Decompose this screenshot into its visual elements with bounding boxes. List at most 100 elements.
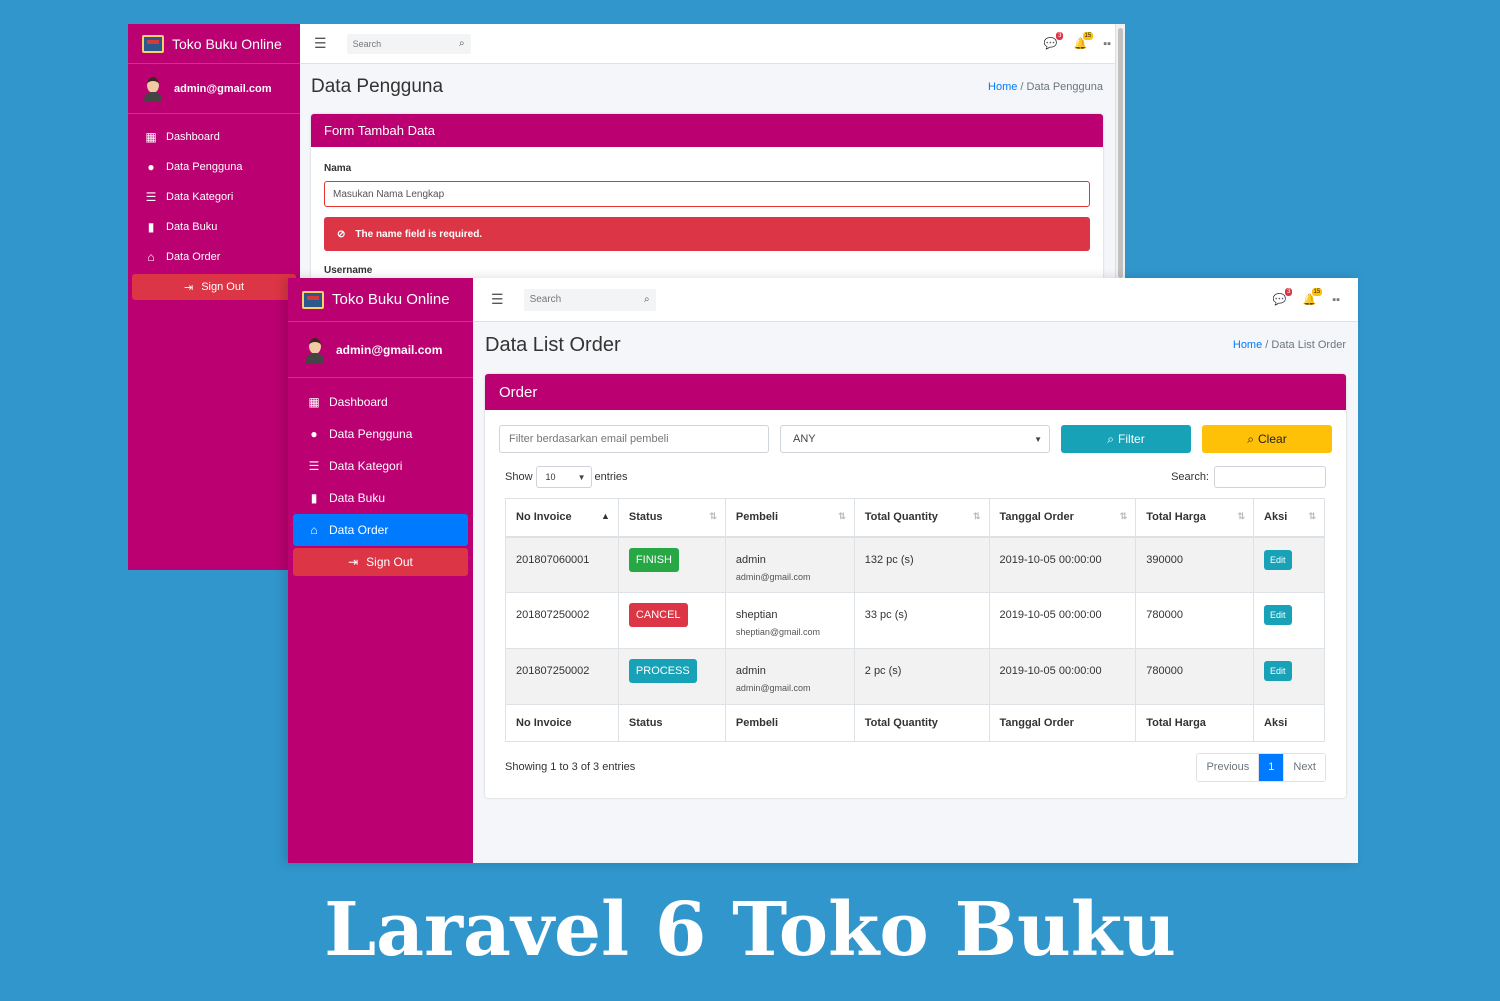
table-search-input[interactable] <box>1214 466 1326 488</box>
edit-button[interactable]: Edit <box>1264 549 1292 570</box>
invoice-cell: 201807250002 <box>505 592 619 649</box>
buyer-cell: sheptian sheptian@gmail.com <box>724 592 855 649</box>
filter-bar: Filter berdasarkan email pembeli ANY ▼ ⌕… <box>499 425 1332 453</box>
sign-out-icon: ⇥ <box>183 281 194 294</box>
column-header[interactable]: Aksi ⇅ <box>1253 498 1325 538</box>
card-title: Form Tambah Data <box>311 114 1103 147</box>
buyer-name: sheptian <box>735 609 778 621</box>
action-cell: Edit <box>1253 592 1325 649</box>
total-cell: 390000 <box>1135 536 1255 593</box>
filter-button[interactable]: ⌕ Filter <box>1061 425 1191 453</box>
page-1-button[interactable]: 1 <box>1258 753 1284 781</box>
user-panel[interactable]: admin@gmail.com <box>128 64 300 114</box>
sidebar-item-label: Data Order <box>329 523 389 537</box>
chevron-down-icon: ▼ <box>1034 434 1042 444</box>
clear-button[interactable]: ⌕ Clear <box>1202 425 1332 453</box>
sidebar-item-label: Dashboard <box>166 131 220 143</box>
sidebar-item-data-buku[interactable]: ▮ Data Buku <box>293 482 468 514</box>
action-cell: Edit <box>1253 536 1325 593</box>
breadcrumb-current: Data Pengguna <box>1026 81 1103 93</box>
sidebar-item-data-order[interactable]: ⌂ Data Order <box>132 242 296 272</box>
search-icon: ⌕ <box>1247 431 1255 446</box>
sign-out-label: Sign Out <box>201 281 245 293</box>
sidebar-item-data-pengguna[interactable]: ● Data Pengguna <box>293 418 468 450</box>
quantity-cell: 2 pc (s) <box>853 648 990 705</box>
edit-button[interactable]: Edit <box>1264 661 1292 681</box>
column-header[interactable]: Status ⇅ <box>617 498 726 538</box>
status-cell: CANCEL <box>617 592 726 649</box>
breadcrumb-separator: / <box>1020 81 1024 93</box>
column-header[interactable]: Pembeli ⇅ <box>724 498 855 538</box>
sidebar-item-data-buku[interactable]: ▮ Data Buku <box>132 212 296 242</box>
buyer-name: admin <box>735 553 766 566</box>
column-header[interactable]: No Invoice ▲ <box>505 498 619 538</box>
breadcrumb-home[interactable]: Home <box>988 81 1017 93</box>
status-cell: FINISH <box>617 536 726 593</box>
book-icon: ▮ <box>147 220 155 234</box>
table-info-row: Showing 1 to 3 of 3 entries Previous 1 N… <box>505 752 1326 782</box>
column-footer: Total Quantity <box>853 704 990 742</box>
breadcrumb-home[interactable]: Home <box>1233 339 1262 351</box>
previous-button[interactable]: Previous <box>1197 753 1259 781</box>
user-email: admin@gmail.com <box>336 342 443 357</box>
column-header[interactable]: Total Quantity ⇅ <box>853 498 990 538</box>
column-header[interactable]: Tanggal Order ⇅ <box>988 498 1137 538</box>
list-icon: ☰ <box>308 459 320 473</box>
book-icon: ▮ <box>310 491 318 505</box>
date-cell: 2019-10-05 00:00:00 <box>988 592 1137 649</box>
pagination: Previous 1 Next <box>1196 752 1326 782</box>
name-input[interactable]: Masukan Nama Lengkap <box>324 181 1090 207</box>
page-length-select[interactable]: 10 ▼ <box>535 466 592 488</box>
brand[interactable]: Toko Buku Online <box>288 278 473 322</box>
sidebar-item-label: Dashboard <box>329 395 388 409</box>
user-panel[interactable]: admin@gmail.com <box>288 322 473 378</box>
column-footer: Tanggal Order <box>988 704 1137 742</box>
front-window: Toko Buku Online admin@gmail.com ▦ Dashbo… <box>288 278 1358 863</box>
page-header: Data List Order Home / Data List Order <box>485 332 1346 358</box>
sidebar-item-data-kategori[interactable]: ☰ Data Kategori <box>132 182 296 212</box>
brand-name: Toko Buku Online <box>172 35 282 52</box>
table-header-row: No Invoice ▲ Status ⇅ Pembeli ⇅ Total Quant… <box>505 498 1325 538</box>
chevron-down-icon: ▼ <box>577 472 586 482</box>
brand[interactable]: Toko Buku Online <box>128 24 300 64</box>
column-label: Aksi <box>1264 511 1288 524</box>
status-select[interactable]: ANY ▼ <box>780 425 1050 453</box>
buyer-name: admin <box>735 665 766 677</box>
sidebar: Toko Buku Online admin@gmail.com ▦ Dashbo… <box>128 24 300 570</box>
sidebar-item-label: Data Pengguna <box>166 161 243 173</box>
sidebar-item-data-order[interactable]: ⌂ Data Order <box>293 514 468 546</box>
column-label: Pembeli <box>735 511 779 524</box>
status-cell: PROCESS <box>617 648 726 705</box>
sidebar-item-dashboard[interactable]: ▦ Dashboard <box>293 386 468 418</box>
sidebar-item-data-pengguna[interactable]: ● Data Pengguna <box>132 152 296 182</box>
quantity-cell: 132 pc (s) <box>853 536 990 593</box>
main-content: Data List Order Home / Data List Order O… <box>473 278 1358 863</box>
email-filter-input[interactable]: Filter berdasarkan email pembeli <box>499 425 769 453</box>
sign-out-label: Sign Out <box>366 555 413 569</box>
next-button[interactable]: Next <box>1283 753 1325 781</box>
bookstore-logo-icon <box>142 34 164 53</box>
status-badge: PROCESS <box>628 659 697 683</box>
page-title: Data Pengguna <box>311 76 444 97</box>
orders-table: No Invoice ▲ Status ⇅ Pembeli ⇅ Total Quant… <box>505 498 1325 742</box>
user-circle-icon: ● <box>147 160 155 174</box>
sort-icon: ⇅ <box>709 511 717 521</box>
sidebar-item-data-kategori[interactable]: ☰ Data Kategori <box>293 450 468 482</box>
user-email: admin@gmail.com <box>174 82 272 95</box>
sidebar-item-dashboard[interactable]: ▦ Dashboard <box>132 122 296 152</box>
card-title: Order <box>485 374 1346 410</box>
username-label: Username <box>324 265 373 276</box>
column-header[interactable]: Total Harga ⇅ <box>1135 498 1255 538</box>
basket-icon: ⌂ <box>147 250 155 264</box>
avatar <box>304 337 326 363</box>
edit-button[interactable]: Edit <box>1264 605 1292 625</box>
sort-icon: ⇅ <box>1308 511 1316 521</box>
column-label: No Invoice <box>516 511 572 524</box>
status-badge: CANCEL <box>628 603 688 627</box>
sign-out-button[interactable]: ⇥ Sign Out <box>132 274 296 300</box>
sign-out-button[interactable]: ⇥ Sign Out <box>293 548 468 576</box>
quantity-cell: 33 pc (s) <box>853 592 990 649</box>
page-title: Data List Order <box>485 333 621 356</box>
table-row: 201807250002 CANCEL sheptian sheptian@gma… <box>505 592 1325 649</box>
invoice-cell: 201807250002 <box>505 648 619 705</box>
